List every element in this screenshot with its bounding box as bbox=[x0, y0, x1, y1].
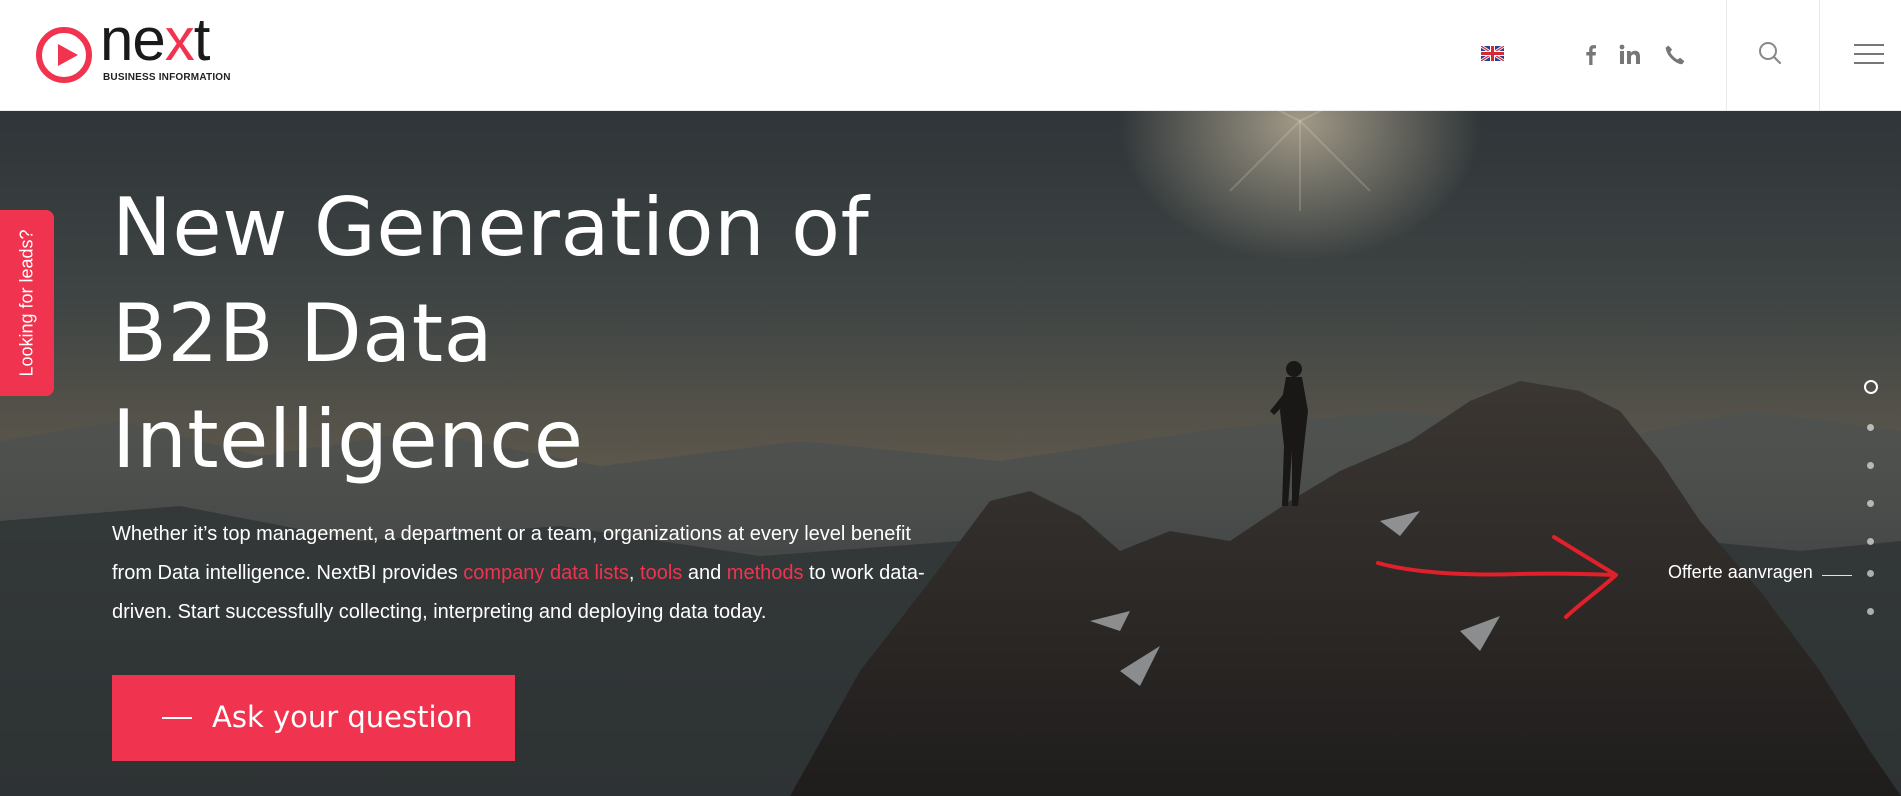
company-data-lists-link[interactable]: company data lists bbox=[463, 562, 629, 584]
logo[interactable]: next BUSINESS INFORMATION bbox=[36, 10, 246, 86]
tools-link[interactable]: tools bbox=[640, 562, 682, 584]
hero-description: Whether it’s top management, a departmen… bbox=[112, 523, 925, 623]
header-divider bbox=[1819, 0, 1820, 111]
section-dot-line bbox=[1822, 575, 1852, 576]
logo-wordmark: next bbox=[100, 6, 210, 73]
phone-icon[interactable] bbox=[1662, 42, 1688, 68]
ask-question-button[interactable]: Ask your question bbox=[112, 675, 515, 761]
section-dot-label: Offerte aanvragen bbox=[1668, 562, 1813, 582]
hamburger-menu-icon[interactable] bbox=[1854, 42, 1884, 66]
section-dot-5[interactable] bbox=[1867, 538, 1874, 545]
section-dot-7[interactable] bbox=[1867, 608, 1874, 615]
section-dot-3[interactable] bbox=[1867, 462, 1874, 469]
hero-section: New Generation of B2B Data Intelligence … bbox=[0, 111, 1901, 796]
play-logo-icon bbox=[36, 27, 92, 83]
facebook-icon[interactable] bbox=[1578, 42, 1604, 68]
logo-tagline: BUSINESS INFORMATION bbox=[103, 72, 231, 83]
methods-link[interactable]: methods bbox=[727, 562, 804, 584]
section-dot-2[interactable] bbox=[1867, 424, 1874, 431]
dash-icon bbox=[162, 717, 192, 719]
search-icon[interactable] bbox=[1756, 40, 1784, 68]
uk-flag-icon[interactable] bbox=[1480, 44, 1505, 63]
linkedin-icon[interactable] bbox=[1617, 42, 1643, 68]
header-divider bbox=[1726, 0, 1727, 111]
site-header: next BUSINESS INFORMATION bbox=[0, 0, 1901, 111]
hero-title: New Generation of B2B Data Intelligence bbox=[112, 181, 870, 486]
section-dot-1[interactable] bbox=[1864, 380, 1878, 394]
section-dot-4[interactable] bbox=[1867, 500, 1874, 507]
annotation-arrow-icon bbox=[1376, 535, 1618, 619]
section-dot-6[interactable] bbox=[1867, 570, 1874, 577]
looking-for-leads-tab[interactable]: Looking for leads? bbox=[0, 210, 54, 396]
